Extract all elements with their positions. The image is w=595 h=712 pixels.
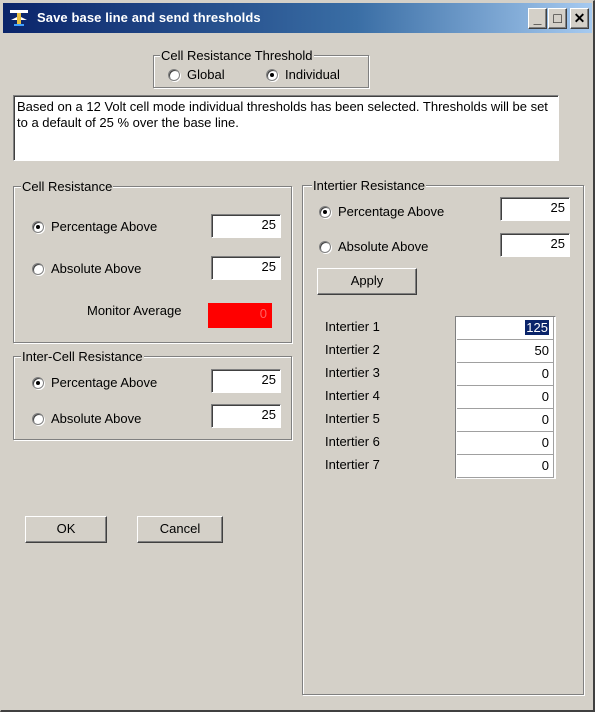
intertier-row-label: Intertier 5 [325,411,380,426]
intertier-value-cell[interactable]: 0 [457,386,554,409]
monitor-average-label: Monitor Average [87,303,182,318]
dialog-window: Save base line and send thresholds _ □ ✕… [0,0,595,712]
app-icon [10,10,28,26]
cell-resistance-legend: Cell Resistance [21,179,114,194]
individual-radio-button[interactable] [266,69,278,81]
intertier-row-label: Intertier 6 [325,434,380,449]
intertier-value-cell[interactable]: 125 [457,317,554,340]
inter-cell-resistance-legend: Inter-Cell Resistance [21,349,144,364]
radio-selected-dot [270,73,274,77]
ok-button[interactable]: OK [25,516,107,543]
inter-cell-absolute-label: Absolute Above [51,411,142,426]
intertier-row-label: Intertier 3 [325,365,380,380]
info-text-box[interactable]: Based on a 12 Volt cell mode individual … [13,95,559,161]
global-radio-label: Global [187,67,225,82]
global-radio-button[interactable] [168,69,180,81]
apply-button[interactable]: Apply [317,268,417,295]
cancel-button-label: Cancel [159,521,201,536]
intertier-value-cell[interactable]: 50 [457,340,554,363]
inter-cell-absolute-radio-button[interactable] [32,413,44,425]
close-button[interactable]: ✕ [570,8,589,29]
inter-cell-percentage-label: Percentage Above [51,375,158,390]
inter-cell-percentage-radio-button[interactable] [32,377,44,389]
monitor-average-indicator: 0 [208,303,272,328]
minimize-icon: _ [533,10,542,26]
radio-selected-dot [36,225,40,229]
radio-selected-dot [36,381,40,385]
intertier-absolute-radio-button[interactable] [319,241,331,253]
intertier-resistance-legend: Intertier Resistance [312,178,426,193]
window-title: Save base line and send thresholds [37,10,261,25]
cell-percentage-label: Percentage Above [51,219,158,234]
title-bar[interactable]: Save base line and send thresholds _ □ ✕ [3,3,592,33]
intertier-value-cell[interactable]: 0 [457,455,554,478]
intertier-row-label: Intertier 1 [325,319,380,334]
cancel-button[interactable]: Cancel [137,516,223,543]
maximize-icon: □ [553,10,562,26]
inter-cell-absolute-input[interactable]: 25 [211,404,281,428]
individual-radio-label: Individual [285,67,340,82]
inter-cell-percentage-input[interactable]: 25 [211,369,281,393]
cell-absolute-label: Absolute Above [51,261,142,276]
intertier-value-cell[interactable]: 0 [457,409,554,432]
intertier-value-cell[interactable]: 0 [457,363,554,386]
intertier-row-label: Intertier 2 [325,342,380,357]
cell-percentage-radio-button[interactable] [32,221,44,233]
info-text: Based on a 12 Volt cell mode individual … [17,99,548,130]
cell-absolute-input[interactable]: 25 [211,256,281,280]
apply-button-label: Apply [350,273,384,288]
cell-absolute-radio-button[interactable] [32,263,44,275]
minimize-button[interactable]: _ [528,8,547,29]
intertier-absolute-input[interactable]: 25 [500,233,570,257]
intertier-value-cell[interactable]: 0 [457,432,554,455]
maximize-button[interactable]: □ [548,8,567,29]
intertier-percentage-radio-button[interactable] [319,206,331,218]
cell-percentage-input[interactable]: 25 [211,214,281,238]
intertier-percentage-label: Percentage Above [338,204,445,219]
radio-selected-dot [323,210,327,214]
threshold-mode-legend: Cell Resistance Threshold [160,48,314,63]
intertier-row-label: Intertier 7 [325,457,380,472]
intertier-percentage-input[interactable]: 25 [500,197,570,221]
intertier-absolute-label: Absolute Above [338,239,429,254]
intertier-row-label: Intertier 4 [325,388,380,403]
ok-button-label: OK [56,521,76,536]
intertier-value-selected: 125 [525,320,549,335]
close-icon: ✕ [573,10,586,26]
